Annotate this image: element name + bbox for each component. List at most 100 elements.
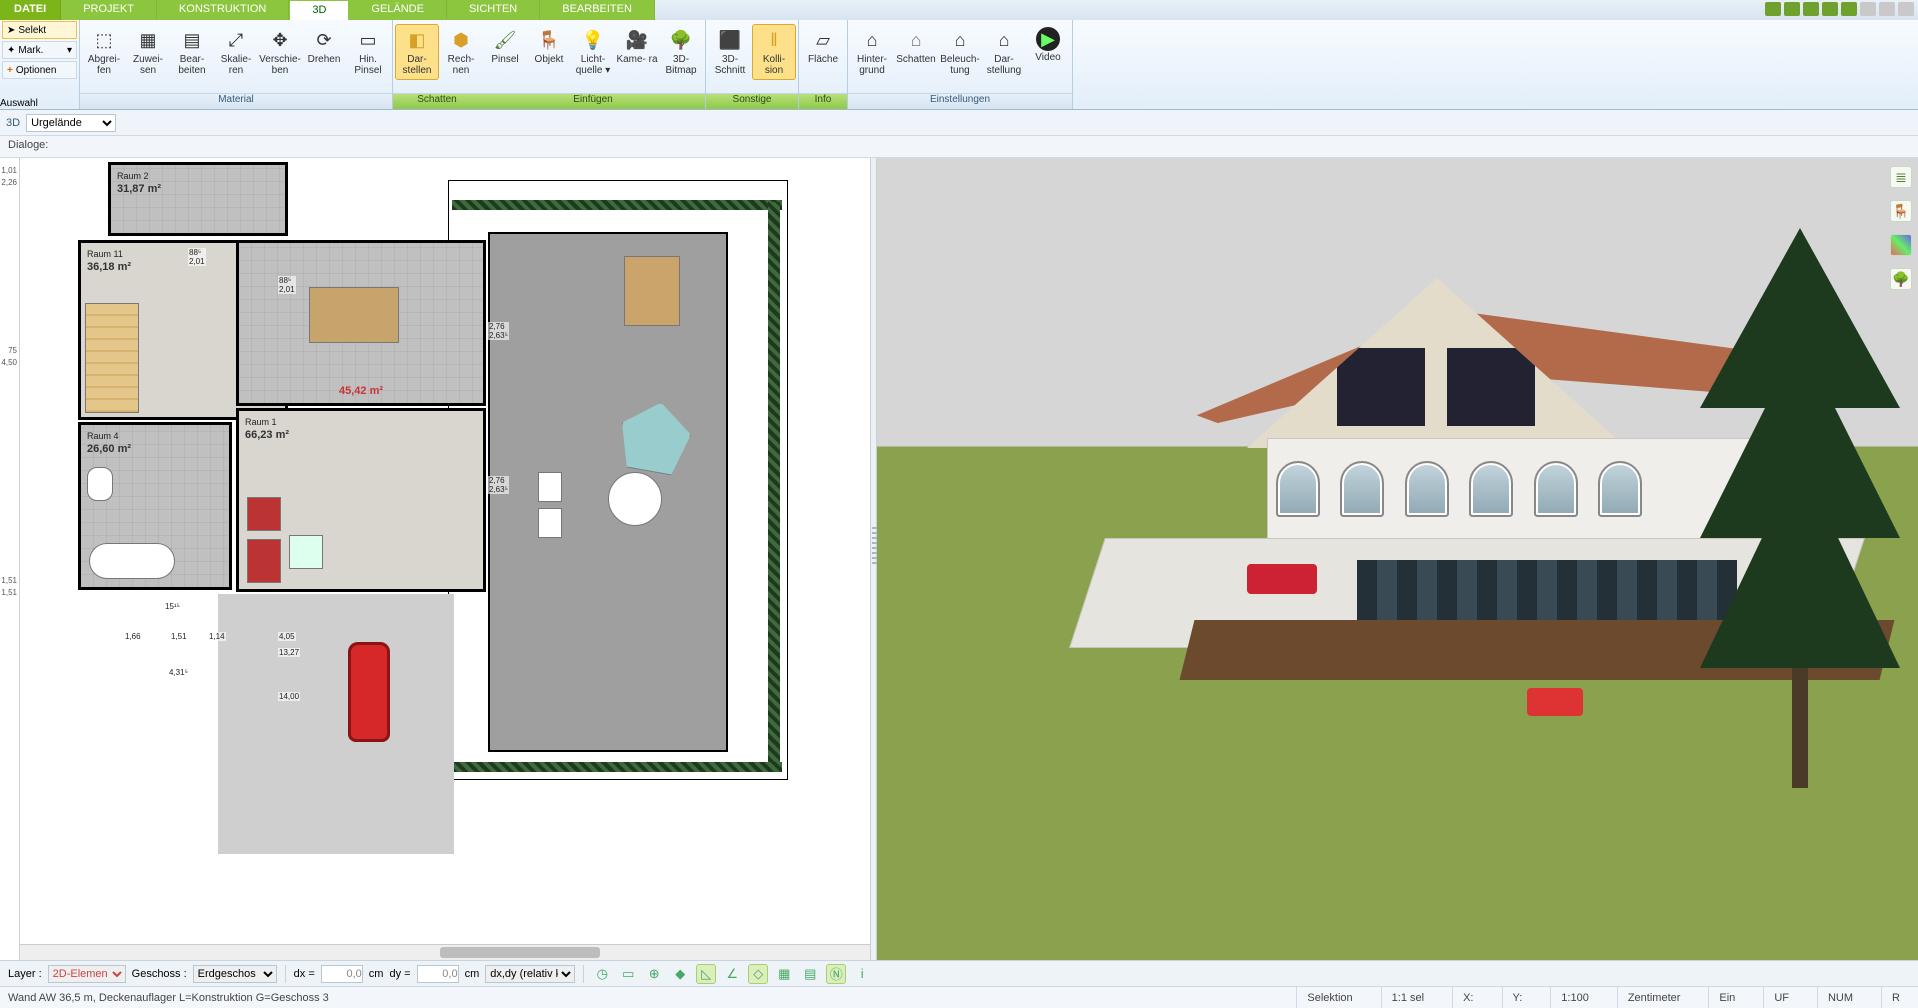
btn-darstellung[interactable]: ⌂Dar- stellung xyxy=(982,24,1026,80)
floor-select[interactable]: Erdgeschos xyxy=(193,965,277,983)
layers-icon[interactable]: ≣ xyxy=(1890,166,1912,188)
north-icon[interactable]: Ⓝ xyxy=(826,964,846,984)
plant-icon[interactable]: 🌳 xyxy=(1890,268,1912,290)
tab-file[interactable]: DATEI xyxy=(0,0,61,20)
btn-hintergrund[interactable]: ⌂Hinter- grund xyxy=(850,24,894,80)
status-scale: 1:100 xyxy=(1550,987,1599,1008)
btn-zuweisen[interactable]: ▦Zuwei- sen xyxy=(126,24,170,80)
coord-mode-select[interactable]: dx,dy (relativ ka xyxy=(485,965,575,983)
room-4[interactable]: Raum 4 26,60 m² xyxy=(78,422,232,590)
view-combo[interactable]: Urgelände xyxy=(26,114,116,132)
window-minimize[interactable] xyxy=(1860,2,1876,16)
dy-input[interactable] xyxy=(417,965,459,983)
car xyxy=(348,642,390,742)
btn-verschieben[interactable]: ✥Verschie- ben xyxy=(258,24,302,80)
ribbon-group-sonstige: ⬛3D- Schnitt ‖Kolli- sion Sonstige xyxy=(706,20,799,109)
btn-darstellen[interactable]: ◧Dar- stellen xyxy=(395,24,439,80)
dim: 13,27 xyxy=(278,648,300,657)
canvas-2d[interactable]: Raum 2 31,87 m² Raum 11 36,18 m² Raum 3 … xyxy=(20,158,870,944)
options-label: Optionen xyxy=(16,65,57,76)
gable-window-left xyxy=(1337,348,1425,426)
btn-objekt[interactable]: 🪑Objekt xyxy=(527,24,571,80)
btn-beleuchtung[interactable]: ⌂Beleuch- tung xyxy=(938,24,982,80)
screen-icon[interactable]: ▭ xyxy=(618,964,638,984)
layer-select[interactable]: 2D-Elemen xyxy=(48,965,126,983)
workspace: 1,01 2,26 75 4,50 1,51 1,51 Raum 2 31,87… xyxy=(0,158,1918,960)
mark-tool[interactable]: ✦Mark.▾ xyxy=(2,41,77,59)
grid-icon[interactable]: ▤ xyxy=(800,964,820,984)
toolbar-bottom: Layer : 2D-Elemen Geschoss : Erdgeschos … xyxy=(0,960,1918,986)
mower-3d xyxy=(1527,688,1583,716)
snap-obj-icon[interactable]: ◆ xyxy=(670,964,690,984)
tree-icon: 🌳 xyxy=(668,27,694,53)
btn-bearbeiten[interactable]: ▤Bear- beiten xyxy=(170,24,214,80)
scrollbar-horizontal[interactable] xyxy=(20,944,870,960)
tab-projekt[interactable]: PROJEKT xyxy=(61,0,157,20)
section-icon: ⬛ xyxy=(717,27,743,53)
btn-hin-pinsel[interactable]: ▭Hin. Pinsel xyxy=(346,24,390,80)
hedge-right xyxy=(768,202,780,772)
btn-3dbitmap[interactable]: 🌳3D- Bitmap xyxy=(659,24,703,80)
move-icon: ✥ xyxy=(267,27,293,53)
chevron-down-icon: ▾ xyxy=(67,45,72,56)
pipette-icon: ⬚ xyxy=(91,27,117,53)
viewport-3d[interactable]: ≣ 🪑 🌳 xyxy=(877,158,1918,960)
tab-bearbeiten[interactable]: BEARBEITEN xyxy=(540,0,655,20)
dining-table xyxy=(309,287,399,343)
btn-abgreifen[interactable]: ⬚Abgrei- fen xyxy=(82,24,126,80)
qb-4[interactable] xyxy=(1822,2,1838,16)
ortho-icon[interactable]: ◺ xyxy=(696,964,716,984)
lbl: Skalie- ren xyxy=(215,55,257,77)
lbl: Dar- stellung xyxy=(983,55,1025,77)
btn-kollision[interactable]: ‖Kolli- sion xyxy=(752,24,796,80)
btn-schatten-set[interactable]: ⌂Schatten xyxy=(894,24,938,80)
btn-drehen[interactable]: ⟳Drehen xyxy=(302,24,346,80)
pane-splitter[interactable] xyxy=(870,158,877,960)
btn-rechnen[interactable]: ⬢Rech- nen xyxy=(439,24,483,80)
info-icon[interactable]: i xyxy=(852,964,872,984)
qb-5[interactable] xyxy=(1841,2,1857,16)
tab-konstruktion[interactable]: KONSTRUKTION xyxy=(157,0,289,20)
btn-video[interactable]: ▶Video xyxy=(1026,24,1070,78)
furniture-icon[interactable]: 🪑 xyxy=(1890,200,1912,222)
btn-lichtquelle[interactable]: 💡Licht- quelle ▾ xyxy=(571,24,615,80)
btn-skalieren[interactable]: ⤢Skalie- ren xyxy=(214,24,258,80)
room-2[interactable]: Raum 2 31,87 m² xyxy=(108,162,288,236)
plus-icon: + xyxy=(7,65,13,76)
angle-icon[interactable]: ∠ xyxy=(722,964,742,984)
clock-icon[interactable]: ◷ xyxy=(592,964,612,984)
side-table xyxy=(289,535,323,569)
dim: 2,26 xyxy=(1,178,17,187)
lbl: Rech- nen xyxy=(440,55,482,77)
qb-3[interactable] xyxy=(1803,2,1819,16)
room-1[interactable]: Raum 1 66,23 m² xyxy=(236,408,486,592)
options-tool[interactable]: +Optionen xyxy=(2,61,77,79)
hatch-icon[interactable]: ▦ xyxy=(774,964,794,984)
btn-pinsel[interactable]: 🖌Pinsel xyxy=(483,24,527,80)
plane-icon[interactable]: ◇ xyxy=(748,964,768,984)
scroll-thumb[interactable] xyxy=(440,947,600,958)
floor-label: Geschoss : xyxy=(132,968,187,980)
window-close[interactable] xyxy=(1898,2,1914,16)
tab-sichten[interactable]: SICHTEN xyxy=(447,0,540,20)
layer-label: Layer : xyxy=(8,968,42,980)
tab-gelaende[interactable]: GELÄNDE xyxy=(349,0,447,20)
snap-point-icon[interactable]: ⊕ xyxy=(644,964,664,984)
camera-icon: 🎥 xyxy=(624,27,650,53)
palette-icon[interactable] xyxy=(1890,234,1912,256)
viewport-2d[interactable]: 1,01 2,26 75 4,50 1,51 1,51 Raum 2 31,87… xyxy=(0,158,870,960)
qb-2[interactable] xyxy=(1784,2,1800,16)
group-title-einfuegen: Einfügen xyxy=(481,93,705,109)
window-maximize[interactable] xyxy=(1879,2,1895,16)
tab-3d[interactable]: 3D xyxy=(289,0,349,20)
btn-3dschnitt[interactable]: ⬛3D- Schnitt xyxy=(708,24,752,80)
room-3[interactable]: Raum 3 45,42 m² xyxy=(236,240,486,406)
bathtub xyxy=(89,543,175,579)
dx-input[interactable] xyxy=(321,965,363,983)
qb-1[interactable] xyxy=(1765,2,1781,16)
btn-flaeche[interactable]: ▱Fläche xyxy=(801,24,845,80)
btn-kamera[interactable]: 🎥Kame- ra xyxy=(615,24,659,80)
window xyxy=(1276,461,1320,517)
select-tool[interactable]: ➤Selekt xyxy=(2,21,77,39)
group-title-info: Info xyxy=(799,93,847,109)
